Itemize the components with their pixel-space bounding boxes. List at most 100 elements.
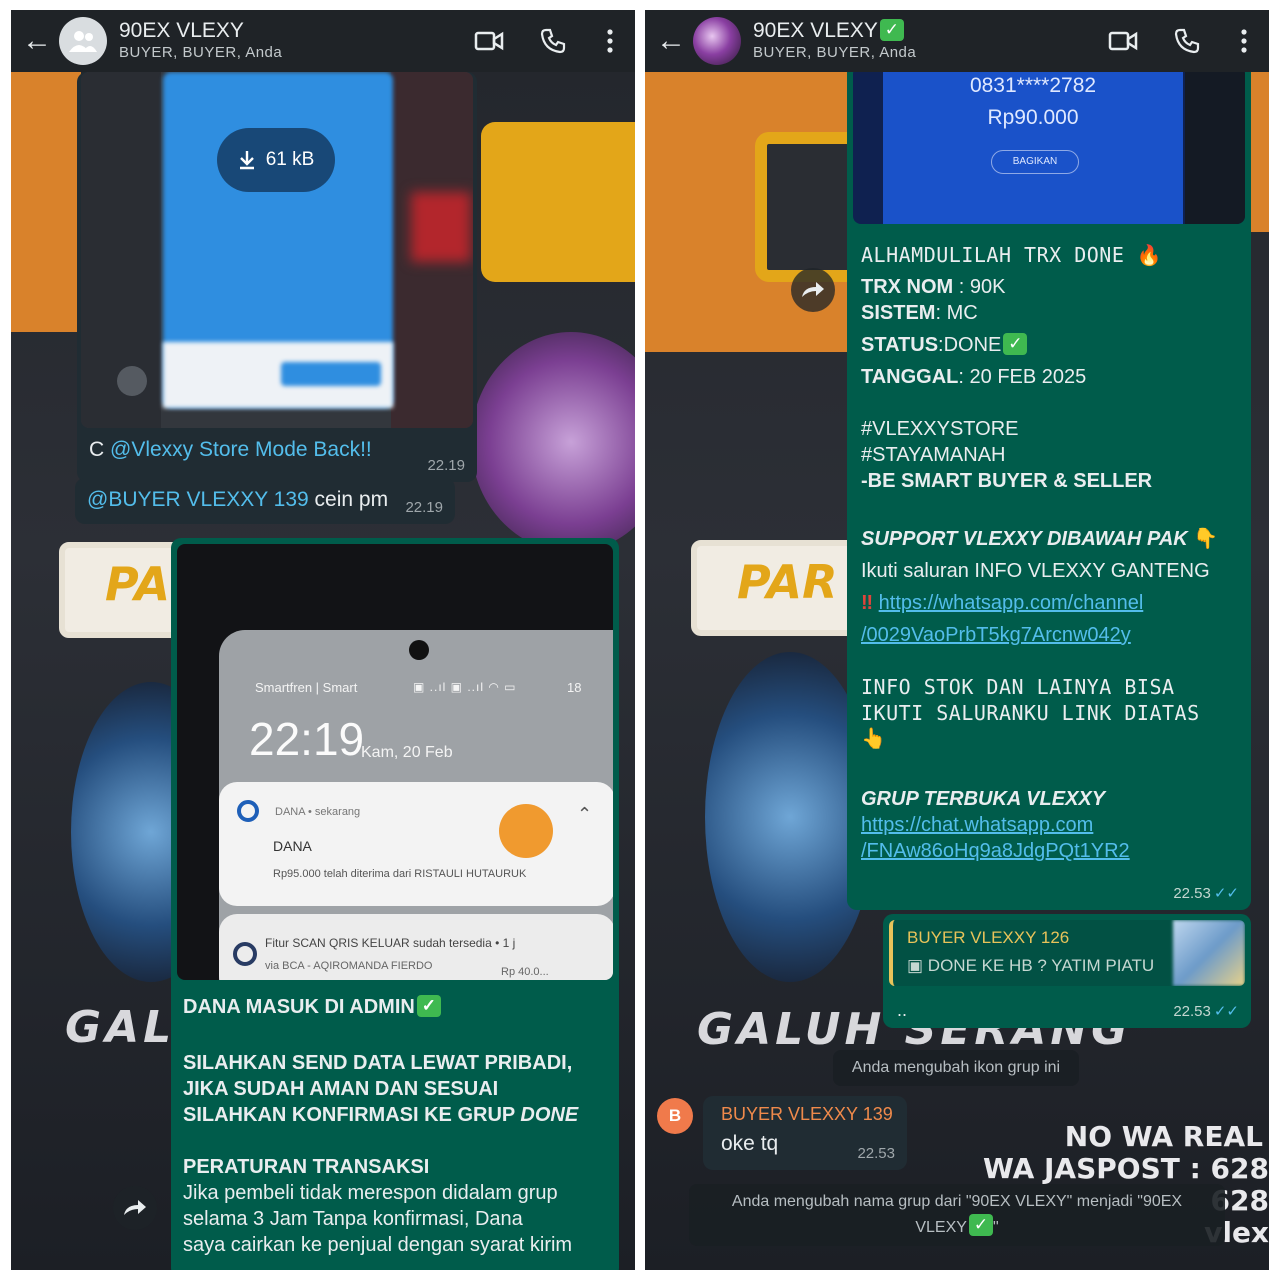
channel-link[interactable]: /0029VaoPrbT5kg7Arcnw042y [861, 624, 1131, 646]
chat-header-info[interactable]: 90EX VLEXY BUYER, BUYER, Anda [119, 19, 457, 63]
caption-line: SILAHKAN SEND DATA LEWAT PRIBADI, [183, 1052, 573, 1074]
wallpaper-banner: PAR [691, 540, 861, 636]
hashtag: #VLEXXYSTORE [861, 418, 1019, 440]
post-label: TRX NOM [861, 276, 954, 298]
message-text: oke tq [721, 1132, 779, 1155]
receipt-share-button: BAGIKAN [991, 150, 1079, 174]
back-arrow-icon[interactable]: ← [649, 10, 693, 72]
chat-participants: BUYER, BUYER, Anda [753, 44, 917, 61]
voice-call-icon[interactable] [1155, 10, 1219, 72]
notification-app: DANA • sekarang [275, 806, 361, 818]
wallpaper-shape [11, 72, 81, 332]
download-button[interactable]: 61 kB [217, 128, 335, 192]
voice-call-icon[interactable] [521, 10, 585, 72]
system-notice: Anda mengubah ikon grup ini [833, 1050, 1079, 1086]
image-message-outgoing[interactable]: 0831****2782 Rp90.000 BAGIKAN ALHAMDULIL… [847, 60, 1251, 910]
post-line: Ikuti saluran INFO VLEXXY GANTENG [861, 560, 1210, 582]
chat-title: 90EX VLEXY ✓ [753, 19, 1091, 43]
chat-participants: BUYER, BUYER, Anda [119, 44, 283, 61]
double-exclamation-icon: ‼ [861, 592, 874, 614]
notification-card: Fitur SCAN QRIS KELUAR sudah tersedia • … [219, 914, 613, 980]
download-size: 61 kB [265, 149, 315, 170]
receipt-phone: 0831****2782 [969, 74, 1097, 97]
post-value: : 90K [953, 276, 1006, 298]
group-link[interactable]: /FNAw86oHq9a8JdgPQt1YR2 [861, 840, 1130, 862]
caption-line: DANA MASUK DI ADMIN [183, 996, 415, 1018]
sender-name[interactable]: BUYER VLEXXY 139 [721, 1104, 893, 1125]
message-time: 22.53 [857, 1145, 895, 1162]
caption-heading: PERATURAN TRANSAKSI [183, 1156, 430, 1178]
text-message[interactable]: @BUYER VLEXXY 139 cein pm 22.19 [75, 478, 455, 524]
notification-card: DANA • sekarang DANA Rp95.000 telah dite… [219, 782, 613, 906]
post-line: IKUTI SALURANKU LINK DIATAS [861, 701, 1200, 725]
image-icon: ▣ [907, 956, 924, 975]
video-call-icon[interactable] [457, 10, 521, 72]
chat-header-info[interactable]: 90EX VLEXY ✓ BUYER, BUYER, Anda [753, 19, 1091, 63]
wallpaper-character [471, 332, 635, 552]
image-message[interactable]: 61 kB C @Vlexxy Store Mode Back!! 22.19 [77, 72, 477, 482]
message-time: 22.19 [405, 499, 443, 516]
quoted-message[interactable]: BUYER VLEXXY 126 ▣ DONE KE HB ? YATIM PI… [889, 920, 1245, 986]
receipt-image: 0831****2782 Rp90.000 BAGIKAN [853, 66, 1245, 224]
text-message[interactable]: BUYER VLEXXY 139 oke tq 22.53 [703, 1096, 907, 1170]
image-caption: C @Vlexxy Store Mode Back!! [89, 438, 372, 462]
message-time: 22.53 ✓✓ [1173, 1002, 1239, 1020]
group-avatar[interactable] [693, 17, 741, 65]
message-text: .. [897, 1000, 908, 1020]
quoted-text: DONE KE HB ? YATIM PIATU [927, 956, 1155, 975]
post-label: SISTEM [861, 302, 936, 324]
check-mark-icon: ✓ [879, 19, 904, 41]
back-arrow-icon[interactable]: ← [15, 10, 59, 72]
right-chat-screenshot: PAR GALUH SERANG NO WA REAL WA JASPOST :… [645, 10, 1269, 1270]
status-icons: ▣ ..ıl ▣ ..ıl ◠ ▭ [413, 680, 517, 694]
quoted-thumbnail [1173, 920, 1245, 986]
system-notice-line: " [992, 1219, 999, 1236]
post-value: : 20 FEB 2025 [958, 366, 1087, 388]
status-carrier: Smartfren | Smart [255, 680, 358, 695]
receipt-amount: Rp90.000 [987, 106, 1079, 129]
time-text: 22.53 [1173, 1003, 1211, 1020]
group-avatar[interactable] [59, 17, 107, 65]
hashtag: #STAYAMANAH [861, 444, 1006, 466]
sender-avatar[interactable]: B [657, 1098, 693, 1134]
message-body: cein pm [308, 488, 389, 511]
wallpaper-text: WA JASPOST : 628 [982, 1152, 1269, 1185]
post-line: INFO STOK DAN LAINYA BISA [861, 675, 1175, 699]
blurred-image [81, 72, 473, 428]
notification-meta: • 1 j [495, 936, 516, 950]
notification-title: Fitur SCAN QRIS KELUAR sudah tersedia [265, 936, 492, 950]
post-label: TANGGAL [861, 366, 959, 388]
post-line: SUPPORT VLEXXY DIBAWAH PAK [861, 528, 1188, 550]
wallpaper-text: NO WA REAL [1064, 1120, 1263, 1153]
notification-body: Rp95.000 telah diterima dari RISTAULI HU… [273, 868, 527, 880]
forward-icon[interactable] [113, 1186, 157, 1230]
post-label: STATUS [861, 334, 939, 356]
download-icon [239, 151, 254, 170]
notification-body: via BCA - AQIROMANDA FIERDO [265, 960, 433, 972]
video-call-icon[interactable] [1091, 10, 1155, 72]
forward-icon[interactable] [791, 268, 835, 312]
more-options-icon[interactable] [1219, 10, 1269, 72]
channel-link[interactable]: https://whatsapp.com/channel [879, 592, 1144, 614]
lockscreen-date: Kam, 20 Feb [361, 744, 453, 761]
message-time: 22.19 [427, 457, 465, 474]
caption-emphasis: DONE [520, 1104, 579, 1126]
left-chat-screenshot: PAR GALU ← 90EX VLEXY BUYER, BUYER, Anda [11, 10, 635, 1270]
caption-mention[interactable]: @Vlexxy Store Mode Back!! [110, 438, 372, 461]
more-options-icon[interactable] [585, 10, 635, 72]
message-mention[interactable]: @BUYER VLEXXY 139 [87, 488, 309, 511]
fire-icon: 🔥 [1136, 243, 1163, 267]
chat-title: 90EX VLEXY [119, 19, 244, 42]
wallpaper-shape [481, 122, 635, 282]
quoted-author: BUYER VLEXXY 126 [907, 928, 1070, 947]
chat-title-text: 90EX VLEXY [753, 19, 878, 42]
reply-message[interactable]: BUYER VLEXXY 126 ▣ DONE KE HB ? YATIM PI… [883, 914, 1251, 1028]
lockscreen-clock: 22:19 [249, 713, 365, 765]
image-message-outgoing[interactable]: Smartfren | Smart ▣ ..ıl ▣ ..ıl ◠ ▭ 18 2… [171, 538, 619, 1270]
notification-title: DANA [273, 838, 312, 854]
time-text: 22.53 [1173, 885, 1211, 902]
caption-line: JIKA SUDAH AMAN DAN SESUAI [183, 1078, 499, 1100]
caption-line: saya cairkan ke penjual dengan syarat ki… [183, 1234, 573, 1256]
message-time: 22.53 ✓✓ [1173, 884, 1239, 902]
group-link[interactable]: https://chat.whatsapp.com [861, 814, 1093, 836]
